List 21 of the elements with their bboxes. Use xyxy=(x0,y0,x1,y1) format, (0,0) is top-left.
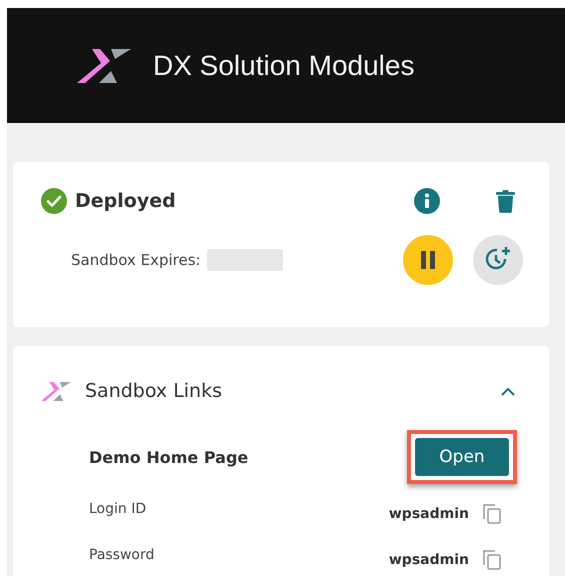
section-title: Sandbox Links xyxy=(85,380,222,402)
status-label: Deployed xyxy=(75,190,176,212)
chevron-icon[interactable] xyxy=(501,386,515,396)
check-circle-icon xyxy=(41,188,67,214)
credential-value: wpsadmin xyxy=(388,552,469,568)
copy-icon[interactable] xyxy=(483,504,501,524)
credential-label: Password xyxy=(89,547,154,563)
expires-label: Sandbox Expires: xyxy=(71,251,201,269)
open-button[interactable]: Open xyxy=(415,438,509,476)
credential-value: wpsadmin xyxy=(388,506,469,522)
pause-button[interactable] xyxy=(403,235,453,285)
link-name: Demo Home Page xyxy=(89,448,248,466)
pause-icon xyxy=(420,251,436,269)
info-icon[interactable] xyxy=(414,188,440,214)
logo-icon xyxy=(77,48,131,82)
extend-time-button[interactable] xyxy=(473,235,523,285)
app-title: DX Solution Modules xyxy=(153,50,414,82)
credential-label: Login ID xyxy=(89,501,146,517)
copy-icon[interactable] xyxy=(483,550,501,570)
logo-icon xyxy=(41,382,71,400)
trash-icon[interactable] xyxy=(496,190,515,212)
